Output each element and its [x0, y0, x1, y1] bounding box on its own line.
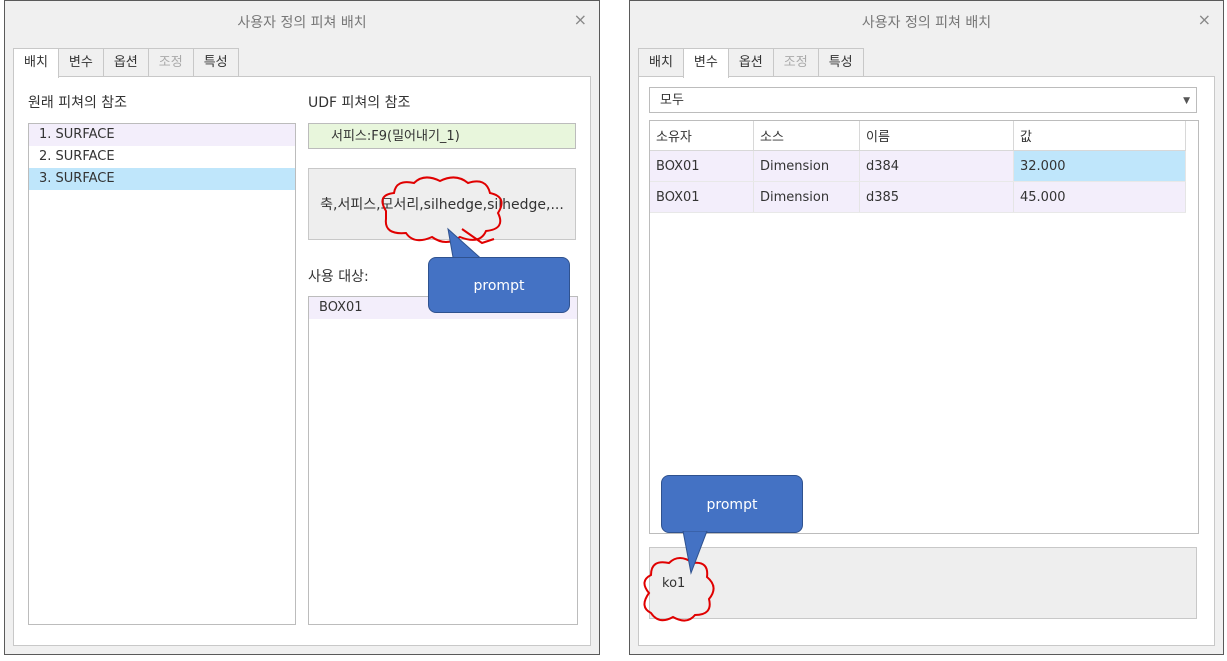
tab-strip: 배치 변수 옵션 조정 특성: [13, 48, 239, 78]
prompt-callout: prompt: [428, 257, 570, 313]
prompt-callout: prompt: [661, 475, 803, 533]
tab-options[interactable]: 옵션: [727, 48, 774, 76]
tab-variables[interactable]: 변수: [682, 48, 729, 78]
cell-name: d384: [859, 150, 1014, 182]
table-row[interactable]: BOX01 Dimension d385 45.000: [650, 181, 1186, 213]
cell-source: Dimension: [753, 181, 860, 213]
tab-properties[interactable]: 특성: [192, 48, 239, 76]
chevron-down-icon: ▼: [1183, 96, 1190, 106]
variables-panel: 모두 ▼ 소유자 소스 이름 값 BOX01 Dimension d384 32…: [638, 76, 1215, 646]
list-item[interactable]: 1. SURFACE: [29, 124, 295, 146]
dialog-title: 사용자 정의 피쳐 배치: [237, 15, 367, 31]
close-icon[interactable]: ×: [574, 10, 587, 29]
tab-adjustments: 조정: [772, 48, 819, 76]
tab-properties[interactable]: 특성: [817, 48, 864, 76]
cell-value-editable[interactable]: 32.000: [1013, 150, 1186, 182]
tab-variables[interactable]: 변수: [57, 48, 104, 76]
tab-strip: 배치 변수 옵션 조정 특성: [638, 48, 864, 78]
column-header-value[interactable]: 값: [1013, 121, 1186, 151]
column-header-name[interactable]: 이름: [859, 121, 1014, 151]
original-refs-list[interactable]: 1. SURFACE 2. SURFACE 3. SURFACE: [28, 123, 296, 625]
callout-pointer: [682, 531, 708, 575]
close-icon[interactable]: ×: [1198, 10, 1211, 29]
column-header-source[interactable]: 소스: [753, 121, 860, 151]
variable-filter-value: 모두: [660, 93, 684, 108]
cell-name: d385: [859, 181, 1014, 213]
list-item[interactable]: 2. SURFACE: [29, 146, 295, 168]
udf-placement-dialog-placement: 사용자 정의 피쳐 배치 × 배치 변수 옵션 조정 특성 원래 피쳐의 참조 …: [4, 0, 600, 655]
table-row[interactable]: BOX01 Dimension d384 32.000: [650, 150, 1186, 182]
message-area: ko1: [649, 547, 1197, 619]
udf-ref-field[interactable]: 서피스:F9(밀어내기_1): [308, 123, 576, 149]
title-bar: 사용자 정의 피쳐 배치 ×: [5, 1, 599, 41]
tab-adjustments: 조정: [147, 48, 194, 76]
dialog-title: 사용자 정의 피쳐 배치: [861, 15, 992, 31]
cell-source: Dimension: [753, 150, 860, 182]
variables-table[interactable]: 소유자 소스 이름 값 BOX01 Dimension d384 32.000 …: [649, 120, 1199, 534]
tab-placement[interactable]: 배치: [638, 48, 684, 76]
title-bar: 사용자 정의 피쳐 배치 ×: [630, 1, 1223, 41]
cell-owner: BOX01: [650, 181, 754, 213]
list-item-selected[interactable]: 3. SURFACE: [29, 168, 295, 190]
usage-label: 사용 대상:: [308, 269, 369, 285]
cell-owner: BOX01: [650, 150, 754, 182]
udf-refs-label: UDF 피쳐의 참조: [308, 95, 411, 111]
table-header-row: 소유자 소스 이름 값: [650, 121, 1186, 151]
original-refs-label: 원래 피쳐의 참조: [28, 95, 128, 111]
udf-placement-dialog-variables: 사용자 정의 피쳐 배치 × 배치 변수 옵션 조정 특성 모두 ▼ 소유자 소…: [629, 0, 1224, 655]
tab-placement[interactable]: 배치: [13, 48, 59, 78]
variable-filter-select[interactable]: 모두 ▼: [649, 87, 1197, 113]
column-header-owner[interactable]: 소유자: [650, 121, 754, 151]
usage-list[interactable]: BOX01: [308, 296, 578, 625]
cell-value[interactable]: 45.000: [1013, 181, 1186, 213]
placement-panel: 원래 피쳐의 참조 1. SURFACE 2. SURFACE 3. SURFA…: [13, 76, 591, 646]
tab-options[interactable]: 옵션: [102, 48, 149, 76]
